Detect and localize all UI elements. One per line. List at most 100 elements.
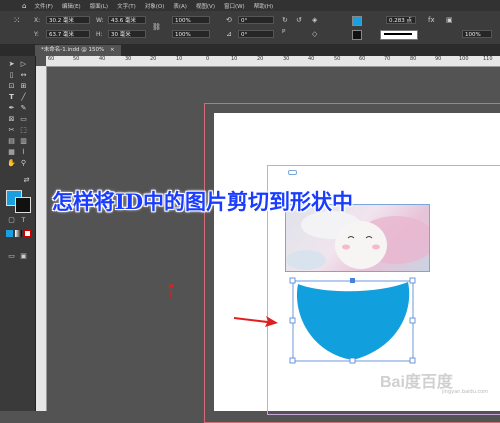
ruler-tick: 0 [206,56,210,62]
shear-field[interactable]: 0° [238,30,274,38]
pen-tool-icon[interactable]: ✒ [7,104,16,113]
tools-panel: ➤ ▷ ▯ ↔ ⊡ ⊞ T ╱ ✒ ✎ ⊠ ▭ ✂ ⬚ ▤ ▥ ▦ ⌇ ✋ ⚲ … [0,56,36,411]
apply-none-button[interactable] [24,230,31,237]
x-field[interactable]: 30.2 毫米 [46,16,90,24]
menu-table[interactable]: 表(A) [173,2,187,10]
gap-tool-icon[interactable]: ↔ [19,71,28,80]
stroke-weight-field[interactable]: 0.283 点 [386,16,416,24]
note-icon[interactable]: ▦ [7,148,16,157]
ruler-tick: 30 [125,56,132,62]
w-field[interactable]: 43.6 毫米 [108,16,146,24]
ruler-tick: 60 [359,56,366,62]
h-label: H: [96,31,103,38]
content-collector-icon[interactable]: ⊡ [7,82,16,91]
reference-point-icon[interactable]: ⁙ [13,17,21,26]
resize-handle-icon[interactable] [409,277,416,284]
resize-handle-icon[interactable] [289,277,296,284]
select-container-icon[interactable]: ◈ [312,16,317,24]
h-field[interactable]: 30 毫米 [108,30,146,38]
resize-handle-icon[interactable] [409,357,416,364]
ruler-tick: 80 [410,56,417,62]
ruler-tick: 50 [73,56,80,62]
flip-icon[interactable]: ᴾ [282,30,285,39]
constrain-proportions-icon[interactable]: ⛓ [152,23,161,31]
fill-swatch[interactable] [352,16,362,26]
document-tab-title: *未命名-1.indd @ 150% [41,47,105,53]
menu-object[interactable]: 对象(O) [145,2,165,10]
shear-icon: ⊿ [226,30,232,38]
rotate-icon: ⟲ [226,16,232,24]
stroke-color-box[interactable] [15,197,31,213]
gradient-feather-icon[interactable]: ▥ [19,137,28,146]
gradient-icon[interactable]: ▤ [7,137,16,146]
w-label: W: [96,17,104,24]
resize-handle-icon[interactable] [350,278,355,283]
ruler-tick: 30 [283,56,290,62]
ruler-tick: 40 [99,56,106,62]
scale-x-field[interactable]: 100% [172,16,210,24]
selection-icon[interactable]: ➤ [7,60,16,69]
small-red-arrow-icon [168,283,174,297]
ruler-tick: 20 [150,56,157,62]
ruler-tick: 20 [257,56,264,62]
menu-edit[interactable]: 编辑(E) [62,2,81,10]
red-arrow-icon [234,316,278,327]
stroke-type-line [384,33,412,35]
ruler-tick: 110 [483,56,493,62]
menu-view[interactable]: 视图(V) [196,2,215,10]
stroke-type-preview[interactable] [380,30,418,40]
vertical-ruler[interactable] [36,66,47,411]
menu-help[interactable]: 帮助(H) [254,2,273,10]
zoom-icon[interactable]: ⚲ [19,159,28,168]
apply-gradient-button[interactable] [15,230,22,237]
normal-mode-icon[interactable]: ▭ [7,252,16,261]
pencil-tool-icon[interactable]: ✎ [19,104,28,113]
type-tool-icon[interactable]: T [7,93,16,102]
blue-shape[interactable] [296,282,410,360]
close-icon[interactable]: × [110,47,115,53]
resize-handle-icon[interactable] [289,317,296,324]
opacity-field[interactable]: 100% [462,30,492,38]
scale-y-field[interactable]: 100% [172,30,210,38]
preview-mode-icon[interactable]: ▣ [19,252,28,261]
line-tool-icon[interactable]: ╱ [19,93,28,102]
menu-bar: ⌂ 文件(F) 编辑(E) 版面(L) 文字(T) 对象(O) 表(A) 视图(… [0,0,500,11]
rectangle-icon[interactable]: ▭ [19,115,28,124]
swap-fill-stroke-icon[interactable]: ⇄ [22,176,31,185]
rotate-ccw-icon[interactable]: ↺ [296,16,302,24]
resize-handle-icon[interactable] [409,317,416,324]
horizontal-ruler[interactable]: 60 50 40 30 20 10 0 10 20 30 40 50 60 70… [46,56,500,67]
content-placer-icon[interactable]: ⊞ [19,82,28,91]
menu-file[interactable]: 文件(F) [34,2,52,10]
apply-color-button[interactable] [6,230,13,237]
formatting-text-icon[interactable]: T [19,216,28,225]
selected-shape-group[interactable] [288,276,418,366]
direct-selection-icon[interactable]: ▷ [19,60,28,69]
ruler-tick: 70 [384,56,391,62]
y-field[interactable]: 63.7 毫米 [46,30,90,38]
frame-handle-icon[interactable] [288,170,297,175]
hand-icon[interactable]: ✋ [7,159,16,168]
rectangle-frame-icon[interactable]: ⊠ [7,115,16,124]
menu-window[interactable]: 窗口(W) [224,2,245,10]
menu-layout[interactable]: 版面(L) [90,2,108,10]
rotate-field[interactable]: 0° [238,16,274,24]
home-icon[interactable]: ⌂ [22,2,26,10]
formatting-container-icon[interactable]: ▢ [7,216,16,225]
resize-handle-icon[interactable] [349,357,356,364]
select-content-icon[interactable]: ◇ [312,30,317,38]
effects-icon[interactable]: fx [428,16,435,24]
resize-handle-icon[interactable] [289,357,296,364]
stroke-swatch[interactable] [352,30,362,40]
free-transform-icon[interactable]: ⬚ [19,126,28,135]
rotate-cw-icon[interactable]: ↻ [282,16,288,24]
drop-shadow-icon[interactable]: ▣ [446,16,453,24]
eyedropper-icon[interactable]: ⌇ [19,148,28,157]
document-tab[interactable]: *未命名-1.indd @ 150% × [35,45,121,56]
tutorial-title: 怎样将ID中的图片剪切到形状中 [52,189,354,214]
ruler-tick: 40 [308,56,315,62]
menu-type[interactable]: 文字(T) [117,2,136,10]
scissors-icon[interactable]: ✂ [7,126,16,135]
page-tool-icon[interactable]: ▯ [7,71,16,80]
ruler-tick: 50 [334,56,341,62]
